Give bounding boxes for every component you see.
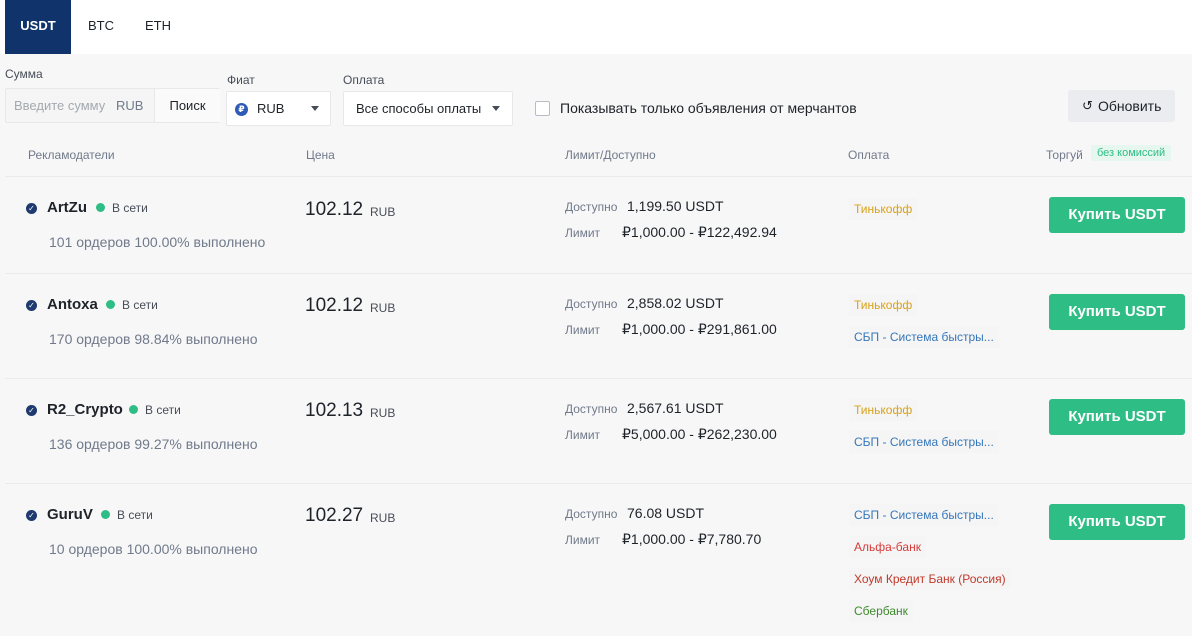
payment-method-badge: Хоум Кредит Банк (Россия) <box>849 568 1011 590</box>
online-dot-icon <box>106 300 115 309</box>
amount-currency: RUB <box>116 98 144 113</box>
divider <box>5 378 1192 379</box>
limit-value: ₽1,000.00 - ₽7,780.70 <box>622 531 762 547</box>
available-value: 1,199.50 USDT <box>627 198 724 214</box>
payment-method-badge: СБП - Система быстры... <box>849 326 999 348</box>
crypto-tabs: USDT BTC ETH <box>0 0 1192 54</box>
search-button[interactable]: Поиск <box>154 89 220 122</box>
order-count: 170 ордеров <box>49 331 131 347</box>
amount-field: RUB Поиск <box>5 88 220 123</box>
buy-usdt-button[interactable]: Купить USDT <box>1049 399 1185 435</box>
order-count: 101 ордеров <box>49 234 131 250</box>
completion-rate: 100.00% выполнено <box>134 234 266 250</box>
no-commission-badge: без комиссий <box>1091 145 1172 161</box>
completion-rate: 98.84% выполнено <box>134 331 258 347</box>
payment-label: Оплата <box>343 73 385 87</box>
payment-select[interactable]: Все способы оплаты <box>343 91 513 126</box>
payment-method-badge: СБП - Система быстры... <box>849 431 999 453</box>
payment-method-badge: Сбербанк <box>849 600 913 622</box>
header-limit: Лимит/Доступно <box>565 148 656 162</box>
price: 102.13 <box>305 400 364 421</box>
online-status: В сети <box>112 201 148 215</box>
price-currency: RUB <box>370 511 396 525</box>
completion-rate: 100.00% выполнено <box>126 541 258 557</box>
ruble-icon: ₽ <box>235 103 248 116</box>
payment-method-badge: Тинькофф <box>849 399 918 421</box>
advertiser-name[interactable]: Antoxa <box>47 296 98 313</box>
header-price: Цена <box>306 148 335 162</box>
available-label: Доступно <box>565 200 618 214</box>
limit-label: Лимит <box>565 226 601 240</box>
fiat-select[interactable]: ₽ RUB <box>226 91 331 126</box>
divider <box>5 176 1192 177</box>
chevron-down-icon <box>311 106 319 111</box>
limit-label: Лимит <box>565 428 601 442</box>
price: 102.27 <box>305 505 364 526</box>
available-value: 2,567.61 USDT <box>627 400 724 416</box>
payment-method-badge: Альфа-банк <box>849 536 926 558</box>
refresh-label: Обновить <box>1098 98 1162 114</box>
online-dot-icon <box>129 405 138 414</box>
divider <box>5 483 1192 484</box>
verified-icon: ✓ <box>26 300 37 311</box>
buy-usdt-button[interactable]: Купить USDT <box>1049 504 1185 540</box>
advertiser-name[interactable]: ArtZu <box>47 199 87 216</box>
amount-input[interactable] <box>6 89 106 122</box>
order-count: 136 ордеров <box>49 436 131 452</box>
order-count: 10 ордеров <box>49 541 123 557</box>
price-currency: RUB <box>370 301 396 315</box>
online-dot-icon <box>96 203 105 212</box>
payment-method-badge: Тинькофф <box>849 294 918 316</box>
online-status: В сети <box>117 508 153 522</box>
completion-rate: 99.27% выполнено <box>134 436 258 452</box>
header-payment: Оплата <box>848 148 890 162</box>
price-currency: RUB <box>370 205 396 219</box>
price-currency: RUB <box>370 406 396 420</box>
payment-method-badge: Тинькофф <box>849 198 918 220</box>
amount-label: Сумма <box>5 67 43 81</box>
verified-icon: ✓ <box>26 203 37 214</box>
available-label: Доступно <box>565 402 618 416</box>
online-status: В сети <box>145 403 181 417</box>
limit-value: ₽1,000.00 - ₽291,861.00 <box>622 321 777 337</box>
online-status: В сети <box>122 298 158 312</box>
available-value: 76.08 USDT <box>627 505 705 521</box>
verified-icon: ✓ <box>26 405 37 416</box>
chevron-down-icon <box>492 106 500 111</box>
merchants-only-label: Показывать только объявления от мерчанто… <box>560 100 857 116</box>
divider <box>5 273 1192 274</box>
limit-value: ₽5,000.00 - ₽262,230.00 <box>622 426 777 442</box>
available-label: Доступно <box>565 297 618 311</box>
header-trade: Торгуй <box>1046 148 1083 162</box>
payment-method-badge: СБП - Система быстры... <box>849 504 999 526</box>
merchants-only-checkbox[interactable] <box>535 101 550 116</box>
available-label: Доступно <box>565 507 618 521</box>
limit-value: ₽1,000.00 - ₽122,492.94 <box>622 224 777 240</box>
limit-label: Лимит <box>565 323 601 337</box>
order-stats: 170 ордеров 98.84% выполнено <box>49 331 258 347</box>
verified-icon: ✓ <box>26 510 37 521</box>
order-stats: 10 ордеров 100.00% выполнено <box>49 541 258 557</box>
fiat-label: Фиат <box>227 73 255 87</box>
advertiser-name[interactable]: R2_Crypto <box>47 401 123 418</box>
limit-label: Лимит <box>565 533 601 547</box>
refresh-button[interactable]: ↺ Обновить <box>1068 90 1175 122</box>
tab-usdt[interactable]: USDT <box>5 0 71 54</box>
payment-value: Все способы оплаты <box>356 101 482 116</box>
advertiser-name[interactable]: GuruV <box>47 506 93 523</box>
fiat-value: RUB <box>257 101 285 116</box>
available-value: 2,858.02 USDT <box>627 295 724 311</box>
price: 102.12 <box>305 199 364 220</box>
tab-eth[interactable]: ETH <box>136 0 180 54</box>
price: 102.12 <box>305 295 364 316</box>
buy-usdt-button[interactable]: Купить USDT <box>1049 294 1185 330</box>
order-stats: 101 ордеров 100.00% выполнено <box>49 234 265 250</box>
online-dot-icon <box>101 510 110 519</box>
order-stats: 136 ордеров 99.27% выполнено <box>49 436 258 452</box>
buy-usdt-button[interactable]: Купить USDT <box>1049 197 1185 233</box>
tab-btc[interactable]: BTC <box>80 0 122 54</box>
refresh-icon: ↺ <box>1082 98 1093 113</box>
header-advertisers: Рекламодатели <box>28 148 115 162</box>
